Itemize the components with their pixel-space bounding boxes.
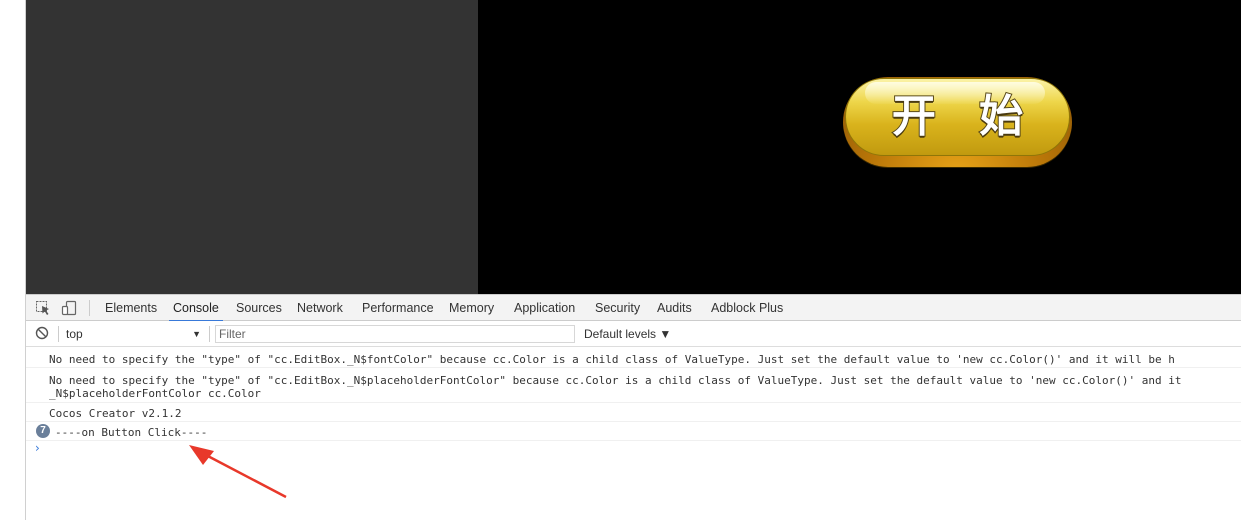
context-value: top <box>66 327 83 341</box>
start-button-label: 开 始 <box>891 91 1038 142</box>
log-levels-dropdown[interactable]: Default levels ▼ <box>584 325 671 343</box>
tab-network[interactable]: Network <box>297 295 343 321</box>
console-message-text: ----on Button Click---- <box>55 426 208 439</box>
tab-application[interactable]: Application <box>514 295 575 321</box>
filter-input[interactable] <box>215 325 575 343</box>
toolbar-separator <box>58 326 59 342</box>
left-margin <box>0 0 26 520</box>
console-message-text-continued: _N$placeholderFontColor cc.Color <box>49 387 261 400</box>
tab-security[interactable]: Security <box>595 295 640 321</box>
devtools-tabbar: Elements Console Sources Network Perform… <box>26 294 1241 322</box>
tab-console[interactable]: Console <box>169 295 223 322</box>
dropdown-arrow-icon: ▼ <box>192 329 201 339</box>
tab-memory[interactable]: Memory <box>449 295 494 321</box>
tab-performance[interactable]: Performance <box>362 295 434 321</box>
repeat-count-badge: 7 <box>36 424 50 438</box>
console-prompt-caret-icon[interactable]: › <box>35 441 40 455</box>
console-message: Cocos Creator v2.1.2 <box>26 403 1241 422</box>
console-message: 7 ----on Button Click---- <box>26 422 1241 441</box>
tab-separator <box>89 300 90 316</box>
context-selector[interactable]: top ▼ <box>66 325 201 343</box>
tab-adblock-plus[interactable]: Adblock Plus <box>711 295 783 321</box>
console-toolbar: top ▼ Default levels ▼ <box>26 321 1241 347</box>
devtools-panel: Elements Console Sources Network Perform… <box>26 294 1241 520</box>
tab-sources[interactable]: Sources <box>236 295 282 321</box>
console-message-text: Cocos Creator v2.1.2 <box>49 407 182 420</box>
console-output: No need to specify the "type" of "cc.Edi… <box>26 347 1241 520</box>
console-message-text: No need to specify the "type" of "cc.Edi… <box>49 374 1182 387</box>
inspect-element-icon[interactable] <box>35 300 51 316</box>
toolbar-separator <box>209 326 210 342</box>
console-message: No need to specify the "type" of "cc.Edi… <box>26 368 1241 403</box>
device-toolbar-icon[interactable] <box>61 300 77 316</box>
game-preview-left-panel <box>26 0 478 294</box>
tab-audits[interactable]: Audits <box>657 295 692 321</box>
console-message-text: No need to specify the "type" of "cc.Edi… <box>49 353 1175 366</box>
console-message: No need to specify the "type" of "cc.Edi… <box>26 347 1241 368</box>
tab-elements[interactable]: Elements <box>105 295 157 321</box>
clear-console-icon[interactable] <box>35 326 51 342</box>
start-button[interactable]: 开 始 <box>843 77 1072 167</box>
